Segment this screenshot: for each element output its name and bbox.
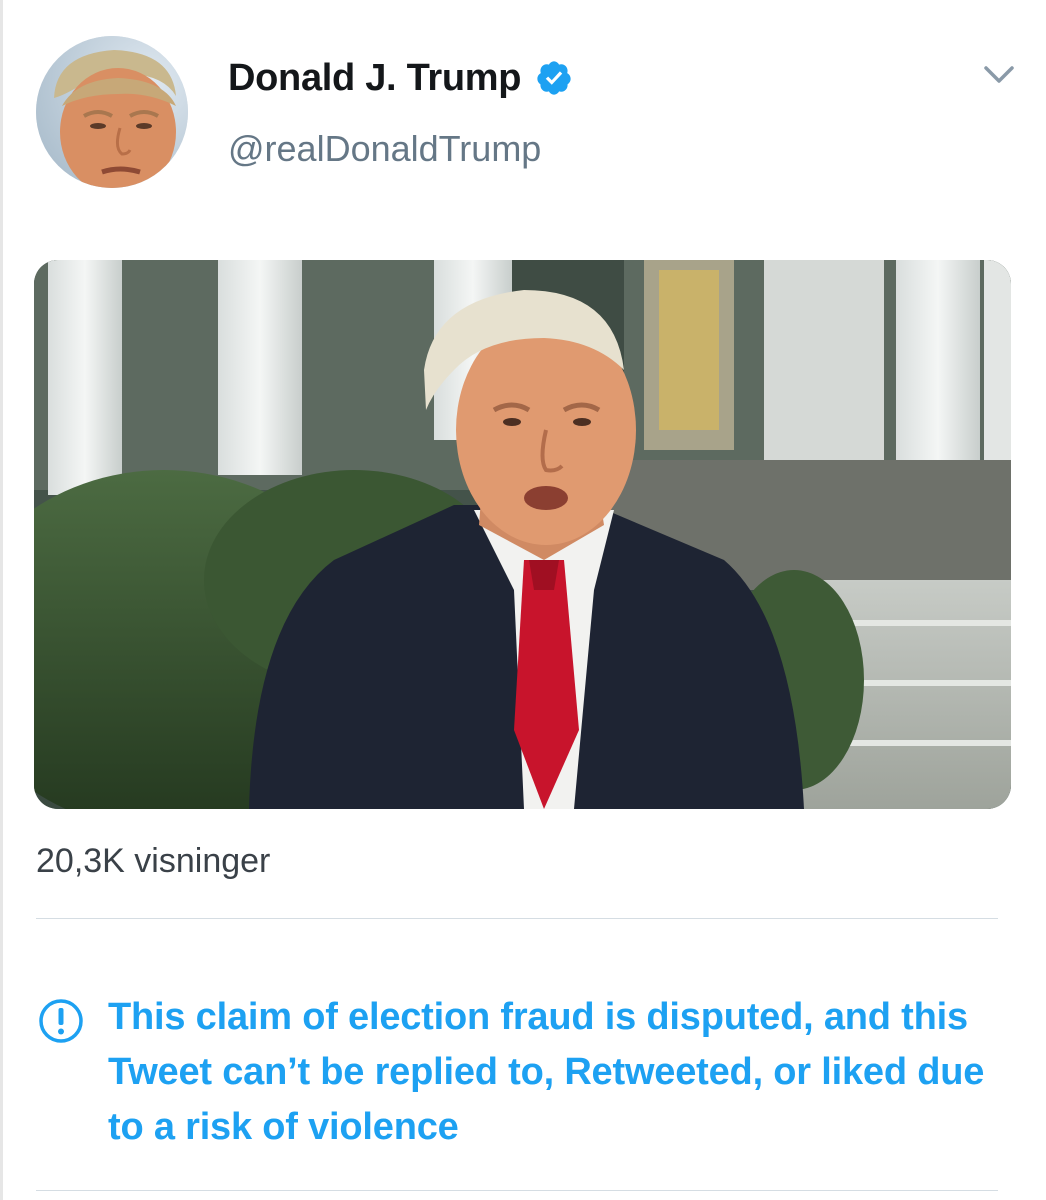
avatar-image xyxy=(36,36,188,188)
video-frame-image xyxy=(34,260,1011,809)
author-name-row[interactable]: Donald J. Trump xyxy=(228,54,573,102)
display-name[interactable]: Donald J. Trump xyxy=(228,57,522,100)
tweet-card: Donald J. Trump @realDonaldTrump 20,3K v… xyxy=(0,0,1046,1200)
tweet-video[interactable] xyxy=(34,260,1011,809)
chevron-down-icon[interactable] xyxy=(976,58,1022,94)
author-handle[interactable]: @realDonaldTrump xyxy=(228,128,541,170)
timeline-border xyxy=(0,0,3,1200)
disputed-claim-notice[interactable]: This claim of election fraud is disputed… xyxy=(36,996,996,1155)
avatar[interactable] xyxy=(36,36,188,188)
exclamation-circle-icon xyxy=(36,996,86,1046)
divider xyxy=(36,918,998,919)
notice-text[interactable]: This claim of election fraud is disputed… xyxy=(108,990,996,1155)
verified-badge-icon xyxy=(535,59,573,97)
divider-bottom xyxy=(36,1190,998,1191)
view-count: 20,3K visninger xyxy=(36,842,271,880)
